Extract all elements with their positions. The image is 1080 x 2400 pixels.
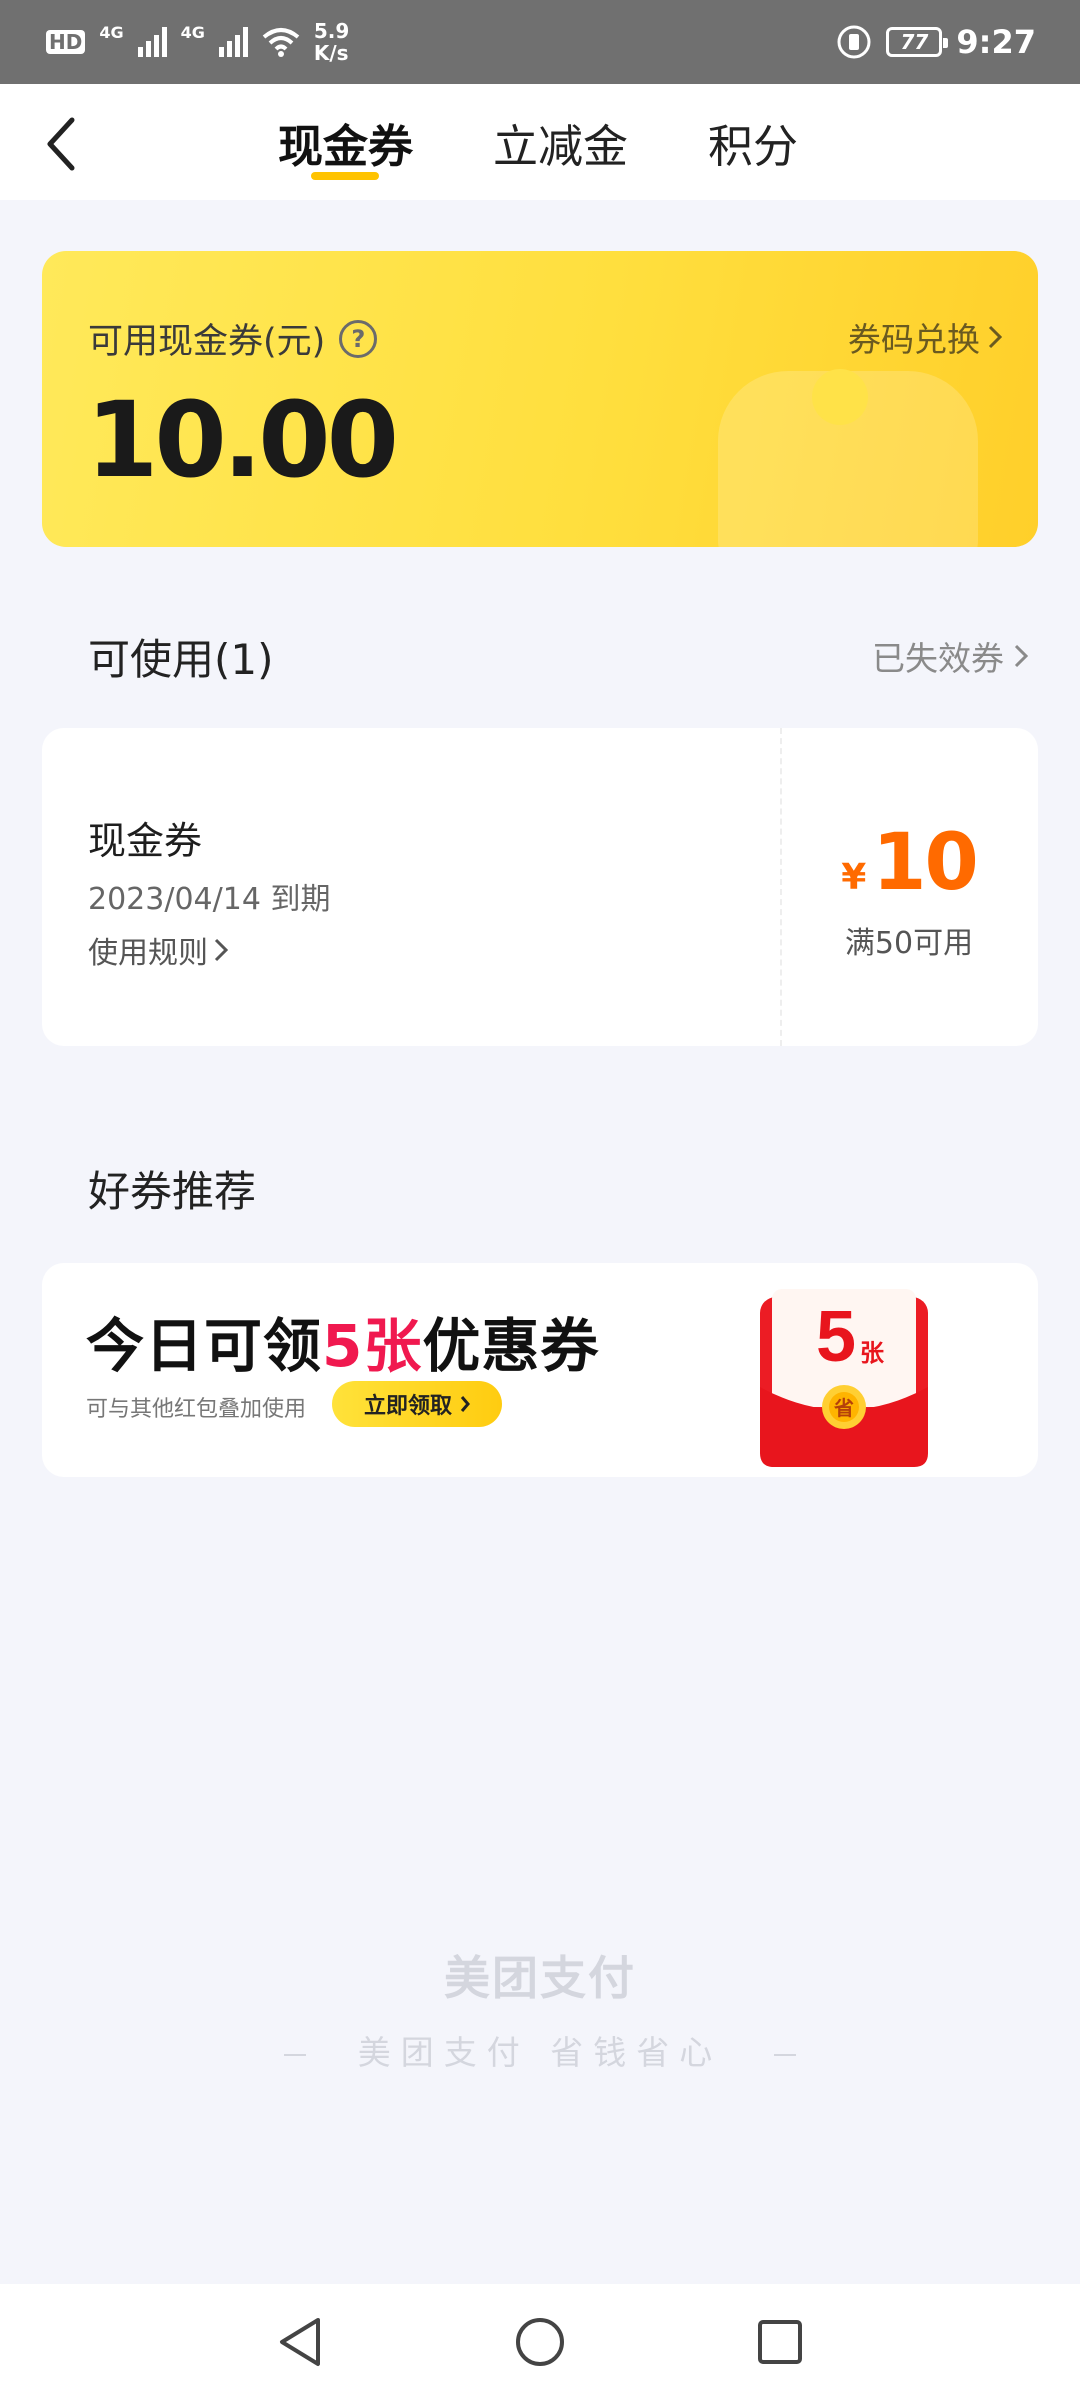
brand-logo-text: 美团支付 <box>444 1951 636 2005</box>
chevron-right-icon <box>214 938 228 962</box>
coupon-value: ¥ 10 <box>780 818 1038 908</box>
coupon-name: 现金券 <box>88 819 203 863</box>
chevron-right-icon <box>988 325 1002 349</box>
network-type-1: 4G <box>99 22 124 42</box>
chevron-right-icon <box>460 1396 470 1412</box>
clock: 9:27 <box>956 23 1036 61</box>
coupon-amount: 10 <box>872 818 979 908</box>
claim-now-button[interactable]: 立即领取 <box>332 1381 502 1427</box>
vibrate-icon <box>837 25 871 59</box>
balance-label-row: 可用现金券(元) ? <box>88 313 378 364</box>
balance-card: 可用现金券(元) ? 10.00 券码兑换 <box>42 251 1038 547</box>
tab-cash-coupon[interactable]: 现金券 <box>278 110 413 175</box>
slogan-dash-right <box>774 2053 797 2056</box>
redeem-code-link[interactable]: 券码兑换 <box>848 313 1002 361</box>
nav-recents-button[interactable] <box>750 2312 810 2372</box>
redpack-seal: 省 <box>833 1396 854 1420</box>
coupon-card[interactable]: 现金券 2023/04/14 到期 使用规则 ¥ 10 满50可用 <box>42 728 1038 1046</box>
promo-headline-post: 优惠券 <box>422 1312 600 1380</box>
redeem-code-label: 券码兑换 <box>848 320 980 359</box>
network-speed-unit: K/s <box>313 41 349 65</box>
network-speed: 5.9 K/s <box>314 20 349 64</box>
top-nav: 现金券 立减金 积分 <box>0 84 1080 200</box>
status-bar-right: 77 9:27 <box>836 23 1036 61</box>
tab-points[interactable]: 积分 <box>708 110 798 175</box>
signal-icon-2 <box>218 27 248 57</box>
slogan-dash-left <box>283 2053 306 2056</box>
status-bar-left: HD 4G 4G 5.9 K/s <box>46 20 349 64</box>
square-recents-icon <box>758 2320 802 2364</box>
nav-back-button[interactable] <box>270 2312 330 2372</box>
expired-coupons-label: 已失效券 <box>872 639 1004 678</box>
status-bar: HD 4G 4G 5.9 K/s 77 9:27 <box>0 0 1080 84</box>
redpack-number: 5 <box>816 1297 856 1377</box>
chevron-right-icon <box>1014 644 1028 668</box>
wifi-icon <box>262 28 300 57</box>
expired-coupons-link[interactable]: 已失效券 <box>872 632 1028 680</box>
coupon-condition: 满50可用 <box>844 926 974 961</box>
redpack-unit: 张 <box>860 1339 885 1367</box>
coupon-rules-label: 使用规则 <box>88 936 208 971</box>
red-envelope-icon: 5 张 省 <box>760 1289 928 1467</box>
brand-slogan-row: 美团支付 省钱省心 <box>0 2026 1080 2074</box>
tab-instant-discount[interactable]: 立减金 <box>493 110 628 175</box>
balance-label: 可用现金券(元) <box>88 322 326 362</box>
coupon-currency: ¥ <box>841 857 867 898</box>
ticket-decoration-notch <box>812 369 868 425</box>
network-type-2: 4G <box>180 22 205 42</box>
recommend-section-title: 好券推荐 <box>88 1167 257 1216</box>
signal-icon <box>137 27 167 57</box>
promo-headline: 今日可领5张优惠券 <box>86 1299 599 1383</box>
promo-banner[interactable]: 今日可领5张优惠券 可与其他红包叠加使用 立即领取 5 张 省 <box>42 1263 1038 1477</box>
nav-home-button[interactable] <box>510 2312 570 2372</box>
help-icon[interactable]: ? <box>339 319 378 358</box>
system-nav-bar <box>0 2284 1080 2400</box>
circle-home-icon <box>516 2318 564 2366</box>
coupon-rules-link[interactable]: 使用规则 <box>88 928 228 972</box>
promo-headline-highlight: 5张 <box>322 1312 423 1380</box>
available-section-title: 可使用(1) <box>88 635 274 684</box>
coupon-expiry: 2023/04/14 到期 <box>88 882 331 917</box>
triangle-back-icon <box>280 2318 320 2366</box>
promo-subtext: 可与其他红包叠加使用 <box>86 1397 307 1422</box>
promo-headline-pre: 今日可领 <box>86 1312 323 1380</box>
brand-slogan: 美团支付 省钱省心 <box>357 2033 723 2072</box>
balance-amount: 10.00 <box>86 379 399 501</box>
back-button[interactable] <box>36 114 86 174</box>
battery-icon: 77 <box>886 27 949 57</box>
network-speed-value: 5.9 <box>313 19 350 43</box>
claim-now-label: 立即领取 <box>363 1394 452 1419</box>
active-tab-indicator <box>311 172 379 180</box>
back-arrow-icon <box>47 117 75 171</box>
hd-indicator: HD <box>46 30 86 54</box>
